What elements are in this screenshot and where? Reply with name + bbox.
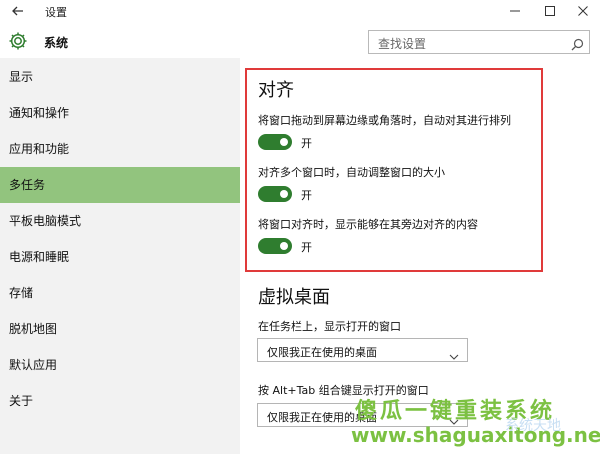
sidebar-item-offline-maps[interactable]: 脱机地图 (0, 311, 240, 347)
close-button[interactable] (568, 0, 598, 22)
page-title: 系统 (44, 36, 69, 50)
watermark-faint-text: 系统天地 (505, 418, 561, 434)
snap-setting-1-toggle[interactable] (258, 134, 292, 150)
sidebar-item-label: 平板电脑模式 (9, 214, 82, 228)
maximize-button[interactable] (535, 0, 565, 22)
taskbar-windows-value: 仅限我正在使用的桌面 (267, 346, 377, 359)
sidebar-item-label: 通知和操作 (9, 106, 70, 120)
sidebar-item-power-sleep[interactable]: 电源和睡眠 (0, 239, 240, 275)
sidebar: 显示 通知和操作 应用和功能 多任务 平板电脑模式 电源和睡眠 存储 脱机地图 … (0, 58, 240, 454)
minimize-button[interactable] (500, 0, 530, 22)
snap-setting-3-state: 开 (301, 241, 312, 254)
sidebar-item-label: 应用和功能 (9, 142, 70, 156)
title-bar: 设置 (0, 0, 600, 22)
snap-setting-2-state: 开 (301, 189, 312, 202)
search-icon[interactable] (571, 36, 584, 51)
taskbar-windows-dropdown[interactable]: 仅限我正在使用的桌面 (257, 338, 468, 362)
sidebar-item-tablet-mode[interactable]: 平板电脑模式 (0, 203, 240, 239)
search-input[interactable]: 查找设置 (368, 30, 590, 54)
snap-setting-1-state: 开 (301, 137, 312, 150)
snap-setting-1-label: 将窗口拖动到屏幕边缘或角落时，自动对其进行排列 (258, 114, 511, 127)
page-header: 系统 查找设置 (0, 22, 600, 62)
sidebar-item-label: 多任务 (9, 178, 46, 192)
toggle-knob (280, 190, 288, 198)
window-title: 设置 (45, 6, 67, 19)
sidebar-item-default-apps[interactable]: 默认应用 (0, 347, 240, 383)
sidebar-item-label: 显示 (9, 70, 34, 84)
search-placeholder: 查找设置 (378, 37, 427, 51)
snap-section-title: 对齐 (258, 80, 294, 101)
snap-setting-3-label: 将窗口对齐时，显示能够在其旁边对齐的内容 (258, 218, 478, 231)
sidebar-item-label: 存储 (9, 286, 34, 300)
toggle-knob (280, 242, 288, 250)
sidebar-item-about[interactable]: 关于 (0, 383, 240, 419)
sidebar-item-label: 默认应用 (9, 358, 58, 372)
virtual-desktops-title: 虚拟桌面 (258, 287, 330, 308)
snap-setting-3-toggle[interactable] (258, 238, 292, 254)
toggle-knob (280, 138, 288, 146)
sidebar-item-notifications[interactable]: 通知和操作 (0, 95, 240, 131)
snap-setting-2-toggle[interactable] (258, 186, 292, 202)
sidebar-item-multitasking[interactable]: 多任务 (0, 167, 240, 203)
back-arrow-icon[interactable] (10, 3, 26, 19)
sidebar-item-display[interactable]: 显示 (0, 59, 240, 95)
chevron-down-icon (449, 346, 459, 360)
gear-icon (7, 30, 29, 52)
sidebar-item-storage[interactable]: 存储 (0, 275, 240, 311)
sidebar-item-label: 电源和睡眠 (9, 250, 70, 264)
watermark-url: www.shaguaxitong.net (351, 423, 600, 447)
sidebar-item-label: 关于 (9, 394, 34, 408)
sidebar-item-apps[interactable]: 应用和功能 (0, 131, 240, 167)
taskbar-windows-label: 在任务栏上，显示打开的窗口 (258, 320, 401, 333)
sidebar-item-label: 脱机地图 (9, 322, 58, 336)
snap-setting-2-label: 对齐多个窗口时，自动调整窗口的大小 (258, 166, 445, 179)
